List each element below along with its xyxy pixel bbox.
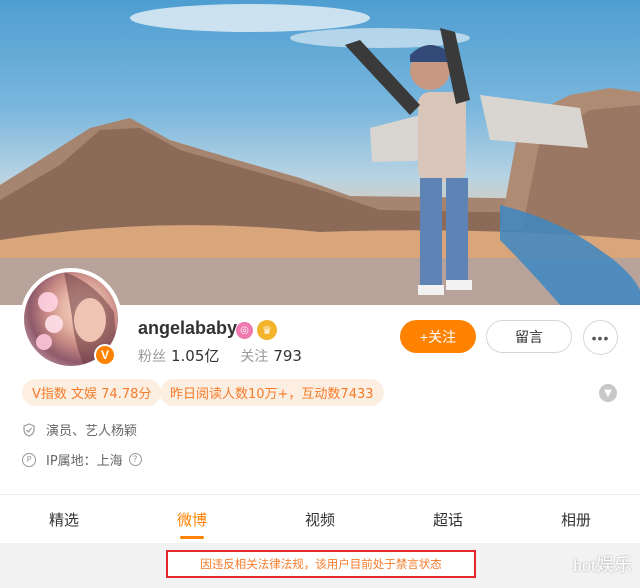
ip-location-row: P IP属地：上海 ? bbox=[22, 450, 142, 469]
fans-label: 粉丝 bbox=[138, 349, 166, 365]
following-label: 关注 bbox=[240, 349, 269, 365]
fans-count[interactable]: 1.05亿 bbox=[171, 347, 219, 365]
tab-featured[interactable]: 精选 bbox=[0, 495, 128, 543]
occupation-text: 演员、艺人杨颖 bbox=[46, 424, 138, 439]
following-count[interactable]: 793 bbox=[273, 347, 302, 365]
occupation-row: 演员、艺人杨颖 bbox=[22, 420, 137, 439]
more-options-button[interactable]: ••• bbox=[583, 320, 618, 355]
help-icon[interactable]: ? bbox=[128, 453, 142, 466]
ip-location-icon: P bbox=[22, 452, 36, 467]
tab-weibo[interactable]: 微博 bbox=[128, 495, 256, 543]
banner-illustration bbox=[0, 4, 640, 305]
profile-tabs: 精选 微博 视频 超话 相册 bbox=[0, 495, 640, 543]
tab-videos[interactable]: 视频 bbox=[256, 495, 384, 543]
tab-super-topic[interactable]: 超话 bbox=[384, 495, 512, 543]
shield-icon bbox=[22, 422, 36, 437]
profile-banner bbox=[0, 0, 640, 305]
watermark: hot娱乐 bbox=[572, 555, 632, 575]
verified-badge-icon: V bbox=[94, 344, 116, 366]
profile-stats: 粉丝 1.05亿 关注 793 bbox=[138, 345, 302, 366]
chevron-down-icon[interactable]: ▼ bbox=[599, 384, 617, 402]
crown-badge-icon[interactable]: ♛ bbox=[257, 320, 277, 340]
tab-album[interactable]: 相册 bbox=[512, 495, 640, 543]
v-index-tag[interactable]: V指数 文娱 74.78分 bbox=[22, 379, 162, 406]
ip-location-text: IP属地：上海 bbox=[46, 454, 123, 469]
ban-notice: 因违反相关法律法规，该用户目前处于禁言状态 bbox=[166, 550, 476, 578]
reading-stats-tag[interactable]: 昨日阅读人数10万+，互动数7433 bbox=[160, 379, 384, 406]
vip-badge-icon[interactable]: ◎ bbox=[236, 322, 253, 339]
profile-name: angelababy bbox=[138, 318, 238, 338]
message-button[interactable]: 留言 bbox=[486, 320, 572, 353]
follow-button[interactable]: +关注 bbox=[400, 320, 476, 353]
